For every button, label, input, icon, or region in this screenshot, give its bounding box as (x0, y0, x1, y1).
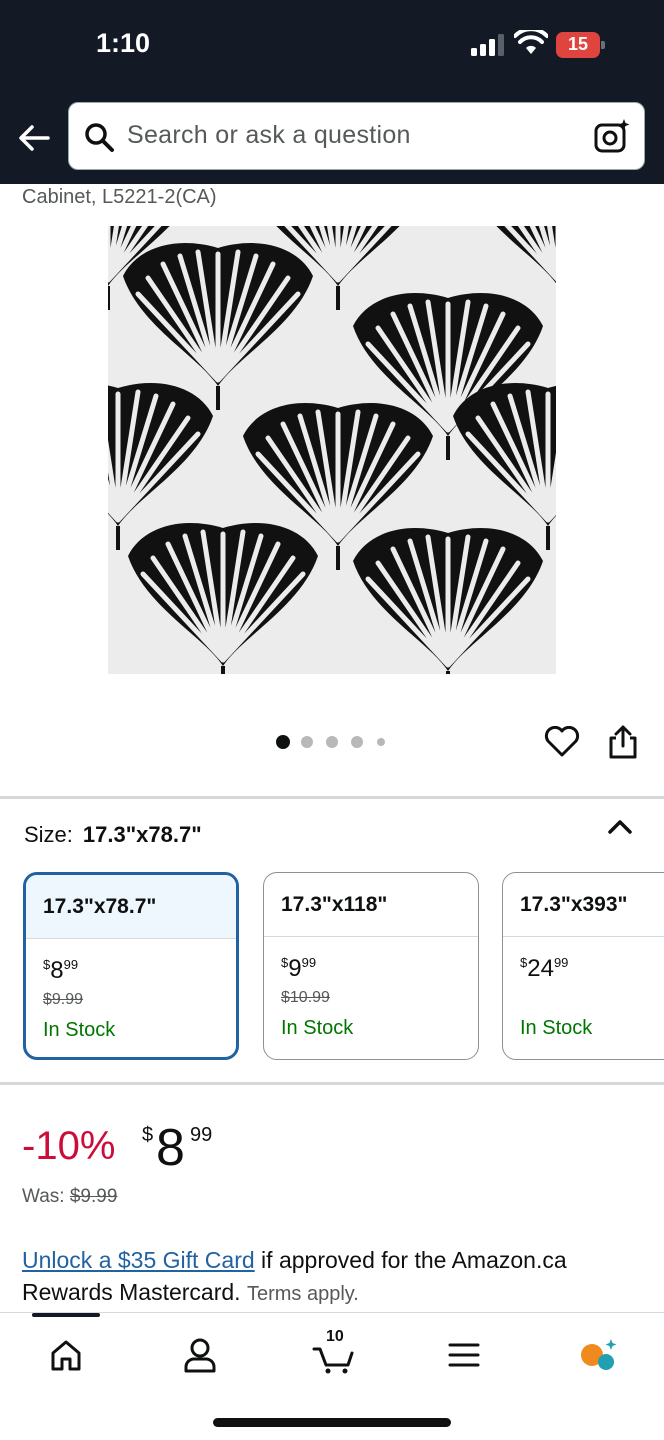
status-bar: 1:10 15 (0, 0, 664, 92)
price-cents: 99 (190, 1124, 213, 1146)
was-label: Was: (22, 1186, 65, 1207)
product-title-fragment: Cabinet, L5221-2(CA) (22, 186, 217, 208)
image-carousel-dots[interactable] (276, 734, 396, 750)
size-selector-header: Size: 17.3"x78.7" (24, 822, 202, 848)
gift-card-link[interactable]: Unlock a $35 Gift Card (22, 1247, 255, 1273)
home-icon[interactable] (46, 1335, 86, 1375)
size-label: Size: (24, 822, 73, 847)
size-option-name: 17.3"x118" (264, 873, 478, 937)
size-option-name: 17.3"x393" (503, 873, 664, 937)
wifi-icon (514, 30, 548, 54)
cellular-signal-icon (471, 34, 504, 56)
ginkgo-pattern-image (108, 226, 556, 674)
rufus-assistant-icon[interactable] (578, 1335, 618, 1375)
size-option-card[interactable]: 17.3"x118" $999 $10.99 In Stock (263, 872, 479, 1060)
divider (0, 1082, 664, 1085)
menu-icon[interactable] (444, 1335, 484, 1375)
size-option-was-price (503, 989, 664, 1011)
size-option-name: 17.3"x78.7" (26, 875, 236, 939)
home-indicator[interactable] (213, 1418, 451, 1427)
size-option-card[interactable]: 17.3"x393" $2499 In Stock (502, 872, 664, 1060)
carousel-dot[interactable] (326, 736, 338, 748)
carousel-dot-active[interactable] (276, 735, 290, 749)
size-option-price: $999 (281, 955, 317, 982)
heart-icon[interactable] (544, 726, 580, 758)
search-header: Search or ask a question (0, 92, 664, 184)
account-icon[interactable] (180, 1335, 220, 1375)
size-option-stock: In Stock (520, 1017, 593, 1039)
size-option-stock: In Stock (281, 1017, 354, 1039)
size-option-price: $2499 (520, 955, 569, 982)
active-tab-indicator (32, 1313, 100, 1317)
currency-symbol: $ (142, 1124, 154, 1146)
size-selected-value: 17.3"x78.7" (82, 822, 202, 847)
was-price-line: Was: $9.99 (22, 1186, 117, 1208)
size-option-card[interactable]: 17.3"x78.7" $899 $9.99 In Stock (23, 872, 239, 1060)
divider (0, 796, 664, 799)
size-option-was-price: $9.99 (43, 991, 84, 1008)
size-option-stock: In Stock (43, 1019, 116, 1041)
was-price: $9.99 (69, 1186, 118, 1207)
back-arrow-icon[interactable] (16, 120, 52, 156)
camera-lens-icon[interactable] (593, 117, 631, 155)
share-icon[interactable] (606, 724, 640, 760)
search-placeholder: Search or ask a question (127, 121, 411, 149)
promo-text: Unlock a $35 Gift Card if approved for t… (22, 1244, 642, 1310)
size-option-was-price: $10.99 (281, 989, 330, 1006)
price-dollars: 8 (156, 1119, 185, 1177)
carousel-dot[interactable] (351, 736, 363, 748)
carousel-dot[interactable] (301, 736, 313, 748)
cart-count-badge: 10 (326, 1328, 344, 1345)
battery-icon: 15 (556, 32, 606, 58)
terms-apply[interactable]: Terms apply. (247, 1283, 359, 1305)
status-time: 1:10 (96, 28, 151, 58)
search-icon (85, 123, 114, 152)
carousel-dot[interactable] (377, 738, 385, 746)
product-image[interactable] (108, 226, 556, 674)
size-option-price: $899 (43, 957, 79, 984)
battery-level: 15 (567, 34, 589, 54)
discount-percent: -10% (22, 1124, 116, 1168)
search-input[interactable]: Search or ask a question (68, 102, 645, 170)
chevron-up-icon[interactable] (606, 816, 634, 836)
